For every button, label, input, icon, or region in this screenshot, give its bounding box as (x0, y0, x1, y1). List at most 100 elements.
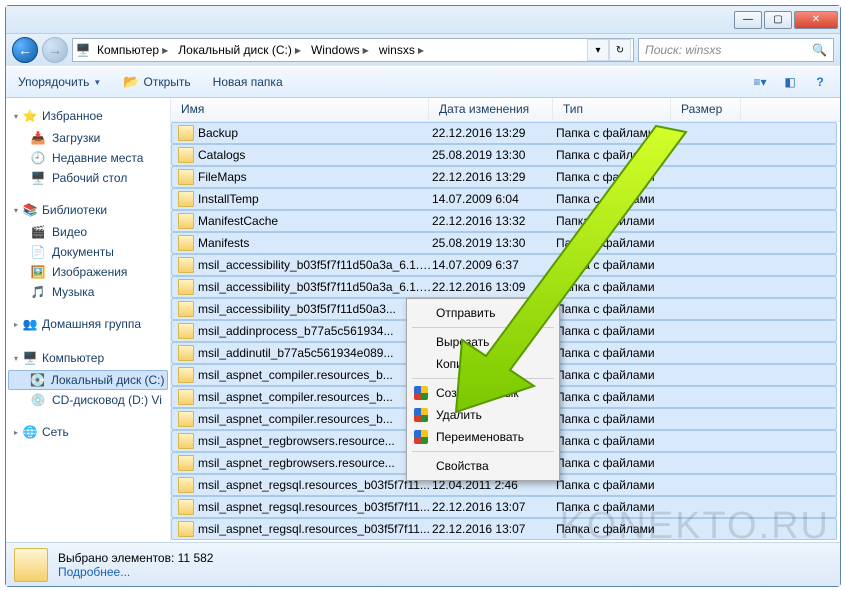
table-row[interactable]: InstallTemp14.07.2009 6:04Папка с файлам… (171, 188, 837, 210)
table-row[interactable]: FileMaps22.12.2016 13:29Папка с файлами (171, 166, 837, 188)
folder-icon (178, 279, 194, 295)
sidebar-item-recent[interactable]: 🕘Недавние места (8, 148, 168, 168)
folder-icon (178, 367, 194, 383)
row-name: msil_aspnet_regsql.resources_b03f5f7f11.… (198, 522, 432, 536)
back-button[interactable]: ← (12, 37, 38, 63)
separator (412, 378, 554, 379)
ctx-send-to[interactable]: Отправить▶ (410, 302, 556, 324)
breadcrumb-label: Локальный диск (C:) (178, 43, 292, 57)
label: Переименовать (436, 430, 524, 444)
search-input[interactable]: Поиск: winsxs 🔍 (638, 38, 834, 62)
sidebar-item-downloads[interactable]: 📥Загрузки (8, 128, 168, 148)
table-row[interactable]: ManifestCache22.12.2016 13:32Папка с фай… (171, 210, 837, 232)
address-dropdown-button[interactable]: ▾ (587, 39, 609, 61)
ctx-properties[interactable]: Свойства (410, 455, 556, 477)
row-type: Папка с файлами (556, 170, 674, 184)
row-name: msil_aspnet_regbrowsers.resource... (198, 456, 432, 470)
label: Документы (52, 245, 114, 259)
row-type: Папка с файлами (556, 324, 674, 338)
close-button[interactable]: ✕ (794, 11, 838, 29)
status-details-link[interactable]: Подробнее... (58, 565, 213, 579)
address-bar[interactable]: 🖥️ Компьютер▶ Локальный диск (C:)▶ Windo… (72, 38, 634, 62)
column-type[interactable]: Тип (553, 98, 671, 121)
label: Рабочий стол (52, 171, 127, 185)
label: Библиотеки (42, 203, 107, 217)
new-folder-button[interactable]: Новая папка (209, 73, 287, 91)
breadcrumb[interactable]: Локальный диск (C:)▶ (174, 39, 305, 61)
row-name: FileMaps (198, 170, 432, 184)
separator (412, 451, 554, 452)
table-row[interactable]: msil_accessibility_b03f5f7f11d50a3a_6.1.… (171, 276, 837, 298)
sidebar-network-head[interactable]: ▸🌐Сеть (8, 420, 168, 444)
label: Сеть (42, 425, 69, 439)
folder-icon (178, 301, 194, 317)
help-button[interactable]: ? (808, 71, 832, 93)
row-type: Папка с файлами (556, 390, 674, 404)
sidebar-favorites-head[interactable]: ▾⭐Избранное (8, 104, 168, 128)
table-row[interactable]: msil_aspnet_regsql.resources_b03f5f7f11.… (171, 518, 837, 540)
row-name: msil_addinprocess_b77a5c561934... (198, 324, 432, 338)
table-row[interactable]: Manifests25.08.2019 13:30Папка с файлами (171, 232, 837, 254)
row-type: Папка с файлами (556, 192, 674, 206)
chevron-down-icon: ▾ (14, 112, 18, 121)
row-type: Папка с файлами (556, 236, 674, 250)
folder-icon (178, 345, 194, 361)
folder-icon (178, 521, 194, 537)
organize-button[interactable]: Упорядочить▼ (14, 73, 105, 91)
breadcrumb[interactable]: winsxs▶ (375, 39, 428, 61)
sidebar-item-music[interactable]: 🎵Музыка (8, 282, 168, 302)
sidebar-computer-head[interactable]: ▾🖥️Компьютер (8, 346, 168, 370)
label: Дата изменения (439, 102, 529, 116)
search-icon: 🔍 (812, 43, 827, 57)
row-name: msil_accessibility_b03f5f7f11d50a3a_6.1.… (198, 280, 432, 294)
ctx-copy[interactable]: Копировать (410, 353, 556, 375)
min-button[interactable]: — (734, 11, 762, 29)
ctx-delete[interactable]: Удалить (410, 404, 556, 426)
ctx-cut[interactable]: Вырезать (410, 331, 556, 353)
column-size[interactable]: Размер (671, 98, 741, 121)
sidebar-libraries-head[interactable]: ▾📚Библиотеки (8, 198, 168, 222)
refresh-button[interactable]: ↻ (609, 39, 631, 61)
column-name[interactable]: Имя (171, 98, 429, 121)
breadcrumb[interactable]: Компьютер▶ (93, 39, 172, 61)
drive-icon: 💽 (30, 372, 45, 388)
column-date[interactable]: Дата изменения (429, 98, 553, 121)
row-type: Папка с файлами (556, 214, 674, 228)
panel-icon: ◧ (784, 75, 795, 89)
row-name: msil_aspnet_compiler.resources_b... (198, 368, 432, 382)
table-row[interactable]: msil_aspnet_regsql.resources_b03f5f7f11.… (171, 496, 837, 518)
folder-icon (178, 257, 194, 273)
table-row[interactable]: Backup22.12.2016 13:29Папка с файлами (171, 122, 837, 144)
row-type: Папка с файлами (556, 500, 674, 514)
label: Локальный диск (C:) (51, 373, 165, 387)
sidebar-item-pictures[interactable]: 🖼️Изображения (8, 262, 168, 282)
ctx-rename[interactable]: Переименовать (410, 426, 556, 448)
sidebar-item-localdisk[interactable]: 💽 Локальный диск (C:) (8, 370, 168, 390)
sidebar-item-documents[interactable]: 📄Документы (8, 242, 168, 262)
sidebar-homegroup-head[interactable]: ▸👥Домашняя группа (8, 312, 168, 336)
status-selection-count: Выбрано элементов: 11 582 (58, 551, 213, 565)
row-type: Папка с файлами (556, 280, 674, 294)
table-row[interactable]: Catalogs25.08.2019 13:30Папка с файлами (171, 144, 837, 166)
folder-icon (178, 455, 194, 471)
label: Вырезать (436, 335, 489, 349)
row-type: Папка с файлами (556, 456, 674, 470)
sidebar-item-video[interactable]: 🎬Видео (8, 222, 168, 242)
computer-icon: 🖥️ (75, 42, 91, 58)
close-icon: ✕ (812, 14, 820, 25)
row-date: 22.12.2016 13:07 (432, 522, 556, 536)
table-row[interactable]: msil_accessibility_b03f5f7f11d50a3a_6.1.… (171, 254, 837, 276)
row-type: Папка с файлами (556, 148, 674, 162)
max-button[interactable]: ▢ (764, 11, 792, 29)
open-button[interactable]: 📂Открыть (119, 72, 194, 92)
preview-pane-button[interactable]: ◧ (778, 71, 802, 93)
label: Изображения (52, 265, 127, 279)
breadcrumb[interactable]: Windows▶ (307, 39, 373, 61)
view-button[interactable]: ≡▾ (748, 71, 772, 93)
forward-button[interactable]: → (42, 37, 68, 63)
label: CD-дисковод (D:) Vi (52, 393, 162, 407)
ctx-create-shortcut[interactable]: Создать ярлык (410, 382, 556, 404)
row-date: 14.07.2009 6:04 (432, 192, 556, 206)
sidebar-item-desktop[interactable]: 🖥️Рабочий стол (8, 168, 168, 188)
sidebar-item-cddrive[interactable]: 💿CD-дисковод (D:) Vi (8, 390, 168, 410)
